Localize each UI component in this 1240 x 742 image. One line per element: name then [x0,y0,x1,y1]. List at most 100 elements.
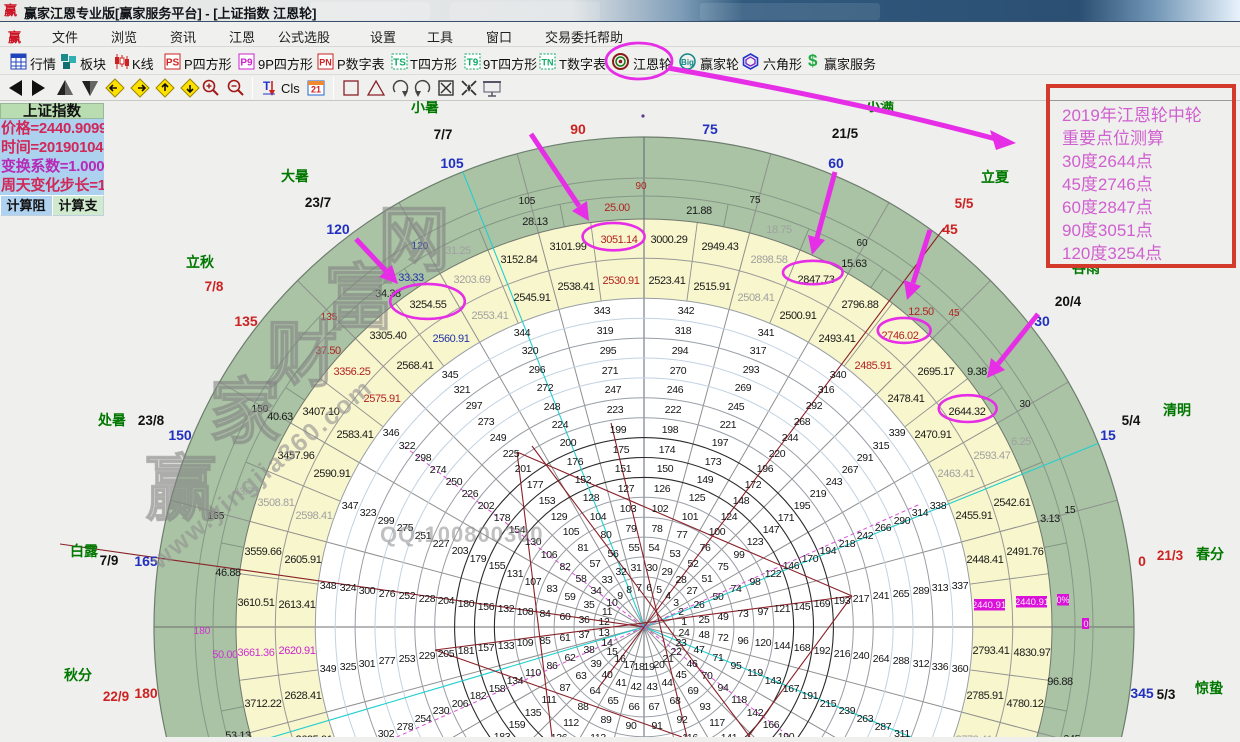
svg-text:192: 192 [814,645,831,657]
svg-text:173: 173 [705,456,722,468]
svg-text:6: 6 [646,582,652,594]
svg-text:3254.55: 3254.55 [410,299,447,311]
svg-text:54: 54 [648,542,660,554]
svg-text:347: 347 [342,500,359,512]
svg-text:221: 221 [720,419,737,431]
svg-text:2605.91: 2605.91 [285,554,322,566]
svg-text:100: 100 [709,526,726,538]
svg-text:103: 103 [620,503,637,515]
svg-text:75: 75 [702,121,718,137]
svg-text:277: 277 [379,655,396,667]
svg-text:68: 68 [669,695,681,707]
svg-text:239: 239 [839,705,856,717]
svg-text:50: 50 [712,591,724,603]
svg-text:12.50: 12.50 [908,306,934,318]
svg-text:151: 151 [615,463,632,475]
svg-text:2568.41: 2568.41 [397,360,434,372]
svg-text:118: 118 [731,694,747,706]
svg-text:245: 245 [728,401,745,413]
svg-text:271: 271 [602,365,619,377]
svg-text:84: 84 [539,608,551,620]
svg-text:77: 77 [676,529,688,541]
svg-text:317: 317 [750,345,767,357]
svg-text:201: 201 [515,463,532,475]
svg-text:248: 248 [544,401,561,413]
svg-text:146: 146 [783,560,800,572]
svg-text:152: 152 [575,474,592,486]
svg-text:83: 83 [546,583,558,595]
svg-text:343: 343 [594,305,611,317]
svg-text:148: 148 [733,495,750,507]
svg-text:149: 149 [697,474,714,486]
svg-text:269: 269 [735,382,752,394]
svg-text:35: 35 [583,599,595,611]
svg-text:134: 134 [507,675,524,687]
svg-text:小暑: 小暑 [411,101,439,115]
svg-text:30: 30 [1019,399,1031,410]
svg-text:218: 218 [839,538,856,550]
svg-text:2491.76: 2491.76 [1007,546,1044,558]
svg-text:3152.84: 3152.84 [501,254,538,266]
svg-text:46.88: 46.88 [215,567,241,579]
svg-text:113: 113 [590,732,606,737]
svg-text:P9: P9 [240,58,253,69]
svg-text:26: 26 [693,599,705,611]
svg-text:0: 0 [1083,619,1088,629]
svg-text:289: 289 [913,585,930,597]
svg-text:52: 52 [687,558,699,570]
svg-text:96: 96 [737,635,749,647]
svg-text:267: 267 [842,464,859,476]
svg-text:316: 316 [818,384,835,396]
svg-text:79: 79 [625,523,637,535]
svg-text:9: 9 [617,590,623,602]
svg-text:39: 39 [590,658,602,670]
svg-text:网: 网 [378,201,450,281]
svg-text:立秋: 立秋 [186,254,215,270]
svg-text:58: 58 [575,573,587,585]
svg-text:TN: TN [542,58,554,68]
svg-text:45: 45 [942,221,958,237]
svg-text:287: 287 [875,721,892,733]
svg-text:49: 49 [717,611,729,623]
svg-text:272: 272 [537,382,554,394]
svg-text:179: 179 [470,553,487,565]
svg-text:0: 0 [1138,553,1146,569]
svg-text:45: 45 [948,308,960,319]
svg-text:2500.91: 2500.91 [780,310,817,322]
svg-text:215: 215 [820,698,837,710]
svg-text:183: 183 [494,731,511,737]
svg-text:2478.41: 2478.41 [888,393,925,405]
svg-text:23/8: 23/8 [138,413,165,428]
svg-text:266: 266 [875,522,892,534]
svg-text:116: 116 [682,732,698,737]
svg-text:3661.36: 3661.36 [238,647,275,659]
svg-text:3101.99: 3101.99 [550,241,587,253]
svg-text:150: 150 [168,427,192,443]
svg-text:2440.91: 2440.91 [1015,597,1049,608]
svg-text:60: 60 [828,155,844,171]
svg-text:195: 195 [794,500,811,512]
svg-text:348: 348 [320,580,337,592]
svg-text:180: 180 [134,685,158,701]
svg-text:秋分: 秋分 [64,667,92,683]
svg-text:69: 69 [687,685,699,697]
svg-text:158: 158 [489,683,506,695]
svg-text:228: 228 [419,593,436,605]
svg-text:7: 7 [636,582,642,594]
svg-text:42: 42 [630,681,642,693]
svg-text:249: 249 [490,432,507,444]
svg-text:301: 301 [359,658,376,670]
svg-text:3203.69: 3203.69 [454,274,491,286]
svg-text:220: 220 [769,448,786,460]
svg-text:63: 63 [575,670,587,682]
svg-text:30: 30 [1034,313,1050,329]
svg-text:349: 349 [320,663,337,675]
svg-text:345: 345 [1130,685,1154,701]
svg-text:2: 2 [678,606,684,618]
svg-text:105: 105 [563,526,580,538]
svg-text:253: 253 [399,653,416,665]
svg-text:166: 166 [763,719,780,731]
svg-text:87: 87 [559,682,571,694]
svg-text:75: 75 [717,561,729,573]
svg-text:319: 319 [597,325,614,337]
